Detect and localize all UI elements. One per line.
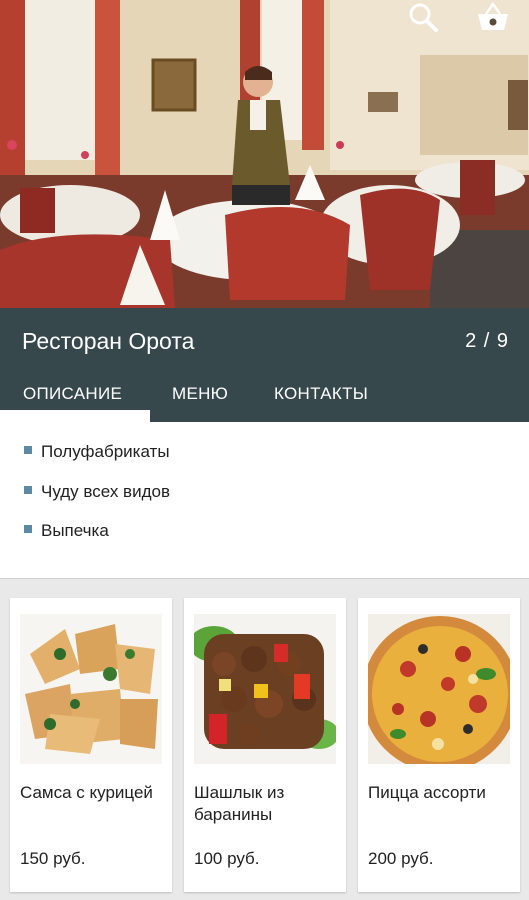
shashlik-image <box>194 614 336 764</box>
list-item: Выпечка <box>24 521 109 541</box>
bullet-icon <box>24 525 32 533</box>
list-item: Полуфабрикаты <box>24 442 170 462</box>
divider <box>0 578 529 579</box>
menu-item-price: 150 руб. <box>20 849 86 868</box>
list-item: Чуду всех видов <box>24 482 170 502</box>
search-icon[interactable] <box>406 0 440 34</box>
tab-contacts[interactable]: КОНТАКТЫ <box>274 384 368 404</box>
description-panel: Полуфабрикаты Чуду всех видов Выпечка <box>0 422 529 578</box>
basket-icon[interactable] <box>476 0 510 34</box>
tab-menu[interactable]: МЕНЮ <box>172 384 228 404</box>
page-title: Ресторан Орота <box>22 328 195 354</box>
menu-item-name: Пицца ассорти <box>368 783 486 802</box>
bullet-icon <box>24 486 32 494</box>
tab-description[interactable]: ОПИСАНИЕ <box>23 384 122 404</box>
samsa-image <box>20 614 162 764</box>
menu-card-shashlik[interactable]: Шашлык из баранины 100 руб. <box>184 598 346 892</box>
menu-item-name: Шашлык из баранины <box>194 783 285 824</box>
menu-card-samsa[interactable]: Самса с курицей 150 руб. <box>10 598 172 892</box>
menu-card-pizza[interactable]: Пицца ассорти 200 руб. <box>358 598 520 892</box>
active-tab-indicator <box>0 410 150 422</box>
menu-item-name: Самса с курицей <box>20 783 153 802</box>
restaurant-photo <box>0 0 529 308</box>
menu-item-price: 200 руб. <box>368 849 434 868</box>
gallery-counter: 2 / 9 <box>465 330 509 352</box>
pizza-image <box>368 614 510 764</box>
menu-item-price: 100 руб. <box>194 849 260 868</box>
bullet-icon <box>24 446 32 454</box>
